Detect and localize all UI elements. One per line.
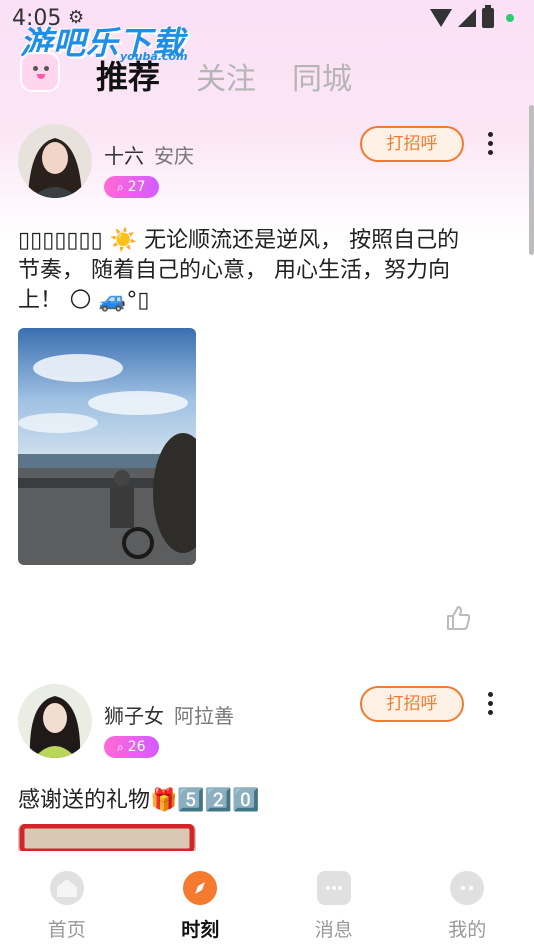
bottom-nav: 首页 时刻 消息 我的	[0, 851, 534, 949]
post-text-line: 上！ 🌕 🚙°▯	[18, 288, 150, 313]
tab-following[interactable]: 关注	[196, 54, 256, 98]
nav-label: 我的	[448, 919, 487, 941]
signal-icon	[458, 9, 476, 27]
greet-button[interactable]: 打招呼	[360, 126, 464, 162]
post-text-line: 节奏， 随着自己的心意， 用心生活，努力向	[18, 258, 450, 283]
badge-count: 26	[127, 739, 146, 755]
nav-label: 消息	[314, 919, 353, 941]
avatar[interactable]	[18, 684, 92, 758]
tab-nearby[interactable]: 同城	[292, 54, 352, 98]
notification-dot-icon	[506, 14, 514, 22]
nav-label: 时刻	[181, 919, 220, 941]
home-icon	[49, 871, 84, 905]
app-logo-icon[interactable]	[20, 52, 60, 92]
badge-count: 27	[127, 179, 146, 195]
level-badge: ⌕ 27	[104, 176, 159, 198]
profile-icon	[450, 871, 485, 905]
tab-recommend[interactable]: 推荐	[96, 52, 160, 98]
nav-item-home[interactable]: 首页	[0, 851, 134, 949]
post-photo[interactable]	[18, 824, 196, 851]
search-icon: ⌕	[117, 180, 124, 194]
post-text-line: 感谢送的礼物🎁5️⃣2️⃣0️⃣	[18, 788, 260, 813]
nav-label: 首页	[47, 919, 86, 941]
message-icon	[316, 871, 351, 905]
nav-item-messages[interactable]: 消息	[267, 851, 401, 949]
battery-icon	[482, 5, 494, 28]
level-badge: ⌕ 26	[104, 736, 159, 758]
avatar[interactable]	[18, 124, 92, 198]
post-username[interactable]: 十六	[104, 140, 144, 169]
more-options-icon[interactable]	[484, 132, 496, 158]
search-icon: ⌕	[117, 740, 124, 754]
nav-item-moments[interactable]: 时刻	[134, 851, 268, 949]
post-text: 感谢送的礼物🎁5️⃣2️⃣0️⃣	[18, 786, 508, 816]
post-username[interactable]: 狮子女	[104, 700, 164, 729]
compass-icon	[183, 871, 218, 905]
wifi-icon	[430, 9, 452, 27]
status-icons	[430, 5, 514, 28]
top-tabs: 推荐 关注 同城	[96, 52, 352, 98]
like-icon[interactable]	[444, 604, 472, 632]
more-options-icon[interactable]	[484, 692, 496, 718]
post-photo[interactable]	[18, 328, 196, 565]
post-text-line: ▯▯▯▯▯▯▯ ☀️ 无论顺流还是逆风， 按照自己的	[18, 228, 460, 253]
post-text: ▯▯▯▯▯▯▯ ☀️ 无论顺流还是逆风， 按照自己的 节奏， 随着自己的心意， …	[18, 226, 508, 316]
scrollbar[interactable]	[529, 105, 534, 255]
nav-item-profile[interactable]: 我的	[401, 851, 534, 949]
greet-button[interactable]: 打招呼	[360, 686, 464, 722]
post-location: 阿拉善	[174, 704, 234, 728]
post-location: 安庆	[154, 144, 194, 168]
